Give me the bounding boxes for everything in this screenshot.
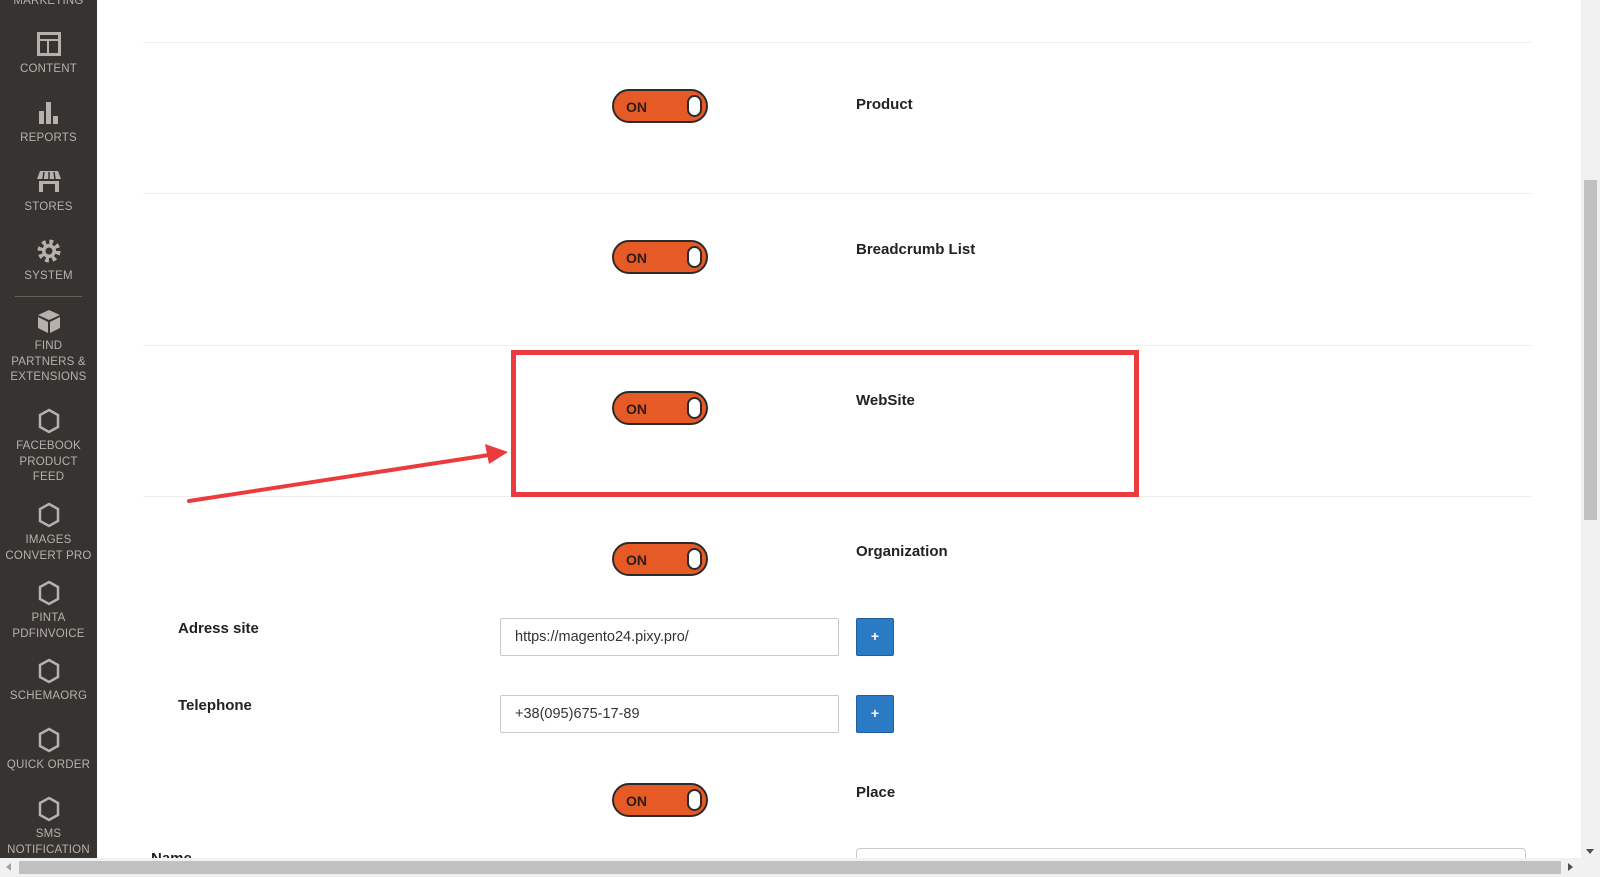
box-icon — [0, 308, 97, 336]
nav-images-convert-pro[interactable]: IMAGES CONVERT PRO — [0, 502, 97, 564]
vertical-scroll-thumb[interactable] — [1584, 180, 1597, 520]
nav-system-label: SYSTEM — [24, 270, 73, 282]
scroll-down-arrow-icon[interactable] — [1586, 849, 1594, 854]
nav-system[interactable]: SYSTEM — [0, 238, 97, 285]
nav-images-convert-pro-label: IMAGES CONVERT PRO — [5, 534, 92, 562]
bar-chart-icon — [0, 100, 97, 128]
hexagon-icon — [0, 796, 97, 824]
toggle-knob — [687, 789, 702, 811]
row-title-breadcrumb-list: Breadcrumb List — [856, 241, 976, 258]
place-name-input[interactable] — [856, 848, 1526, 858]
gear-icon — [0, 238, 97, 266]
nav-pinta-pdfinvoice-label: PINTA PDFINVOICE — [12, 612, 85, 640]
scroll-right-arrow-icon[interactable] — [1568, 863, 1573, 871]
row-title-place: Place — [856, 784, 896, 801]
nav-reports-label: REPORTS — [20, 132, 77, 144]
hexagon-icon — [0, 408, 97, 436]
nav-content[interactable]: CONTENT — [0, 31, 97, 78]
nav-marketing[interactable]: MARKETING — [0, 0, 97, 10]
nav-reports[interactable]: REPORTS — [0, 100, 97, 147]
nav-pinta-pdfinvoice[interactable]: PINTA PDFINVOICE — [0, 580, 97, 642]
row-title-product: Product — [856, 96, 913, 113]
layout-icon — [0, 31, 97, 59]
nav-quick-order-label: QUICK ORDER — [6, 759, 91, 771]
toggle-state-label: ON — [626, 793, 647, 809]
toggle-state-label: ON — [626, 552, 647, 568]
hexagon-icon — [0, 580, 97, 608]
hexagon-icon — [0, 727, 97, 755]
address-site-label: Adress site — [178, 620, 259, 637]
config-panel: ON Product ON Breadcrumb List ON WebSite… — [97, 0, 1581, 858]
nav-find-partners-label: FIND PARTNERS & EXTENSIONS — [10, 340, 87, 383]
telephone-input[interactable] — [500, 695, 839, 733]
place-toggle[interactable]: ON — [612, 783, 708, 817]
nav-find-partners[interactable]: FIND PARTNERS & EXTENSIONS — [0, 308, 97, 386]
nav-schemaorg-label: SCHEMAORG — [9, 690, 88, 702]
horizontal-scrollbar[interactable] — [0, 858, 1600, 877]
row-title-organization: Organization — [856, 543, 948, 560]
nav-sms-notification[interactable]: SMS NOTIFICATION — [0, 796, 97, 858]
nav-facebook-product-feed[interactable]: FACEBOOK PRODUCT FEED — [0, 408, 97, 486]
add-telephone-button[interactable]: + — [856, 695, 894, 733]
annotation-arrow — [187, 444, 508, 503]
nav-content-label: CONTENT — [20, 63, 77, 75]
scroll-left-arrow-icon[interactable] — [6, 863, 11, 871]
nav-schemaorg[interactable]: SCHEMAORG — [0, 658, 97, 705]
hexagon-icon — [0, 658, 97, 686]
organization-toggle[interactable]: ON — [612, 542, 708, 576]
add-address-button[interactable]: + — [856, 618, 894, 656]
nav-marketing-label: MARKETING — [13, 0, 84, 7]
admin-sidebar: MARKETING CONTENT REPORTS STORES SYSTEM … — [0, 0, 97, 858]
sidebar-divider — [15, 296, 82, 297]
address-site-input[interactable] — [500, 618, 839, 656]
nav-facebook-product-feed-label: FACEBOOK PRODUCT FEED — [16, 440, 81, 483]
storefront-icon — [0, 169, 97, 197]
hexagon-icon — [0, 502, 97, 530]
nav-sms-notification-label: SMS NOTIFICATION — [7, 828, 90, 856]
vertical-scrollbar[interactable] — [1581, 0, 1600, 858]
telephone-label: Telephone — [178, 697, 252, 714]
nav-stores-label: STORES — [24, 201, 73, 213]
nav-stores[interactable]: STORES — [0, 169, 97, 216]
toggle-knob — [687, 548, 702, 570]
horizontal-scroll-thumb[interactable] — [19, 861, 1561, 874]
place-name-label: Name — [151, 850, 192, 858]
nav-quick-order[interactable]: QUICK ORDER — [0, 727, 97, 774]
